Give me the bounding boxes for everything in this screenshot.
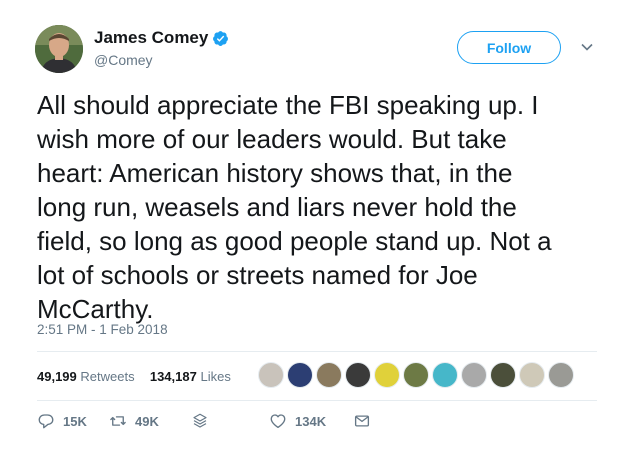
divider: [37, 351, 597, 352]
liker-avatar[interactable]: [519, 362, 545, 388]
liker-avatar[interactable]: [490, 362, 516, 388]
like-count: 134K: [295, 413, 327, 429]
likes-count: 134,187: [149, 369, 197, 384]
retweets-stat[interactable]: 49,199 Retweets: [37, 369, 135, 384]
reply-count: 15K: [63, 413, 87, 429]
tweet-text-line: All should appreciate the FBI speaking u…: [37, 90, 539, 120]
liker-avatar[interactable]: [461, 362, 487, 388]
likers-facepile[interactable]: [258, 362, 574, 388]
retweets-label: Retweets: [80, 369, 135, 384]
direct-message-button[interactable]: [353, 412, 371, 430]
liker-avatar[interactable]: [258, 362, 284, 388]
tweet-stats: 49,199 Retweets 134,187 Likes: [37, 369, 231, 384]
tweet-text: All should appreciate the FBI speaking u…: [37, 88, 597, 326]
retweet-count: 49K: [135, 413, 159, 429]
tweet-text-line: lot of schools or streets named for Joe: [37, 260, 478, 290]
like-button[interactable]: 134K: [269, 412, 353, 430]
avatar-image: [35, 25, 83, 73]
tweet-text-line: field, so long as good people stand up. …: [37, 226, 552, 256]
tweet-timestamp[interactable]: 2:51 PM - 1 Feb 2018: [37, 322, 168, 337]
avatar[interactable]: [35, 25, 83, 73]
verified-badge-icon: [213, 30, 229, 46]
liker-avatar[interactable]: [374, 362, 400, 388]
liker-avatar[interactable]: [287, 362, 313, 388]
tweet-actions: 15K 49K 134K: [37, 412, 371, 430]
share-direct-message-button[interactable]: [191, 412, 269, 430]
chevron-down-icon[interactable]: [580, 40, 594, 54]
reply-button[interactable]: 15K: [37, 412, 109, 430]
retweet-icon: [110, 416, 126, 426]
tweet-text-line: wish more of our leaders would. But take: [37, 124, 507, 154]
envelope-icon: [354, 415, 370, 427]
liker-avatar[interactable]: [548, 362, 574, 388]
retweets-count: 49,199: [37, 369, 77, 384]
divider: [37, 400, 597, 401]
tweet-text-line: heart: American history shows that, in t…: [37, 158, 513, 188]
author-name[interactable]: James Comey: [94, 28, 208, 48]
liker-avatar[interactable]: [432, 362, 458, 388]
tweet-card: James Comey @Comey Follow All should app…: [0, 0, 631, 454]
author-handle[interactable]: @Comey: [94, 52, 153, 68]
liker-avatar[interactable]: [316, 362, 342, 388]
likes-stat[interactable]: 134,187 Likes: [150, 369, 231, 384]
likes-label: Likes: [200, 369, 231, 384]
reply-icon: [38, 414, 54, 429]
liker-avatar[interactable]: [345, 362, 371, 388]
liker-avatar[interactable]: [403, 362, 429, 388]
author-name-row[interactable]: James Comey: [94, 28, 229, 48]
tweet-text-line: McCarthy.: [37, 294, 154, 324]
follow-button[interactable]: Follow: [457, 31, 561, 64]
heart-icon: [270, 414, 286, 429]
tweet-text-line: long run, weasels and liars never hold t…: [37, 192, 517, 222]
layers-icon: [193, 413, 207, 428]
retweet-button[interactable]: 49K: [109, 412, 191, 430]
